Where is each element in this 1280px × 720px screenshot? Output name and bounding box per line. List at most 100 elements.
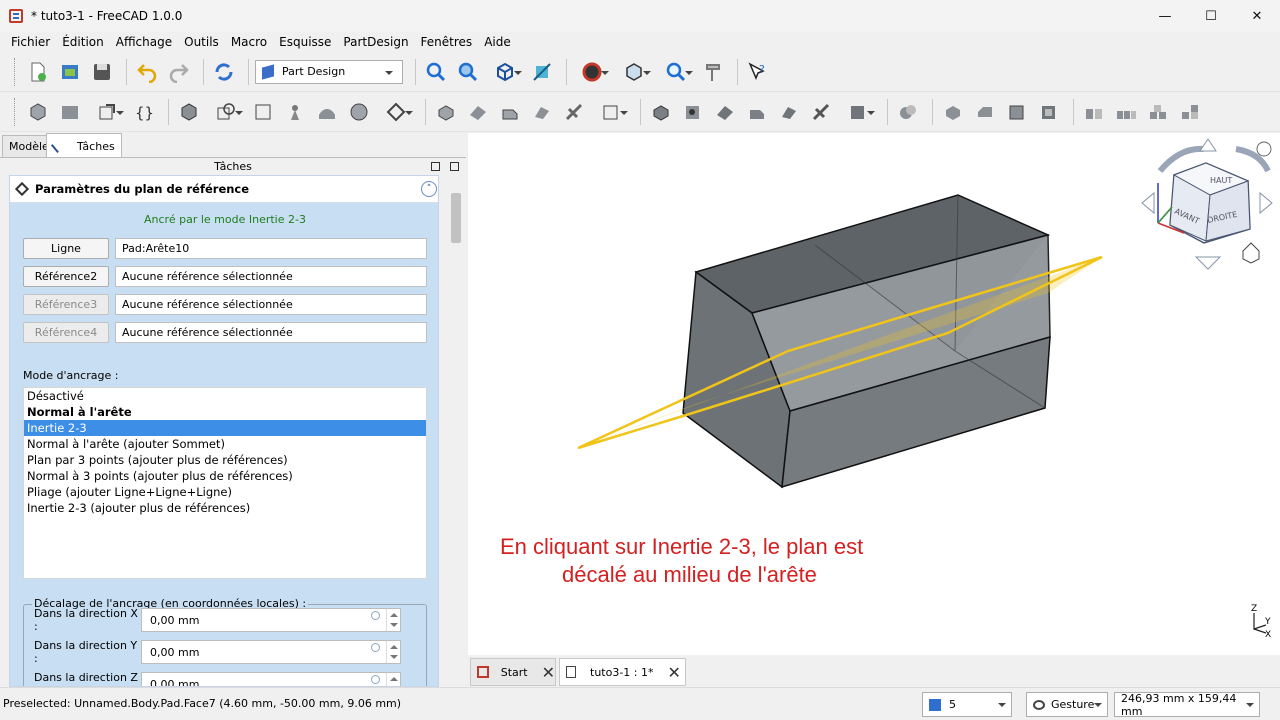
- reference-field-4[interactable]: Aucune référence sélectionnée: [115, 322, 427, 343]
- float-panel-icon[interactable]: [431, 162, 440, 171]
- reference-button-3[interactable]: Référence3: [23, 294, 109, 315]
- expression-icon[interactable]: [371, 611, 380, 620]
- local-cs-icon[interactable]: [377, 98, 415, 126]
- standard-views-icon[interactable]: [486, 58, 524, 86]
- collapse-panel-icon[interactable]: ˄: [421, 181, 437, 197]
- mode-item[interactable]: Inertie 2-3 (ajouter plus de références): [24, 500, 426, 516]
- validate-sketch-icon[interactable]: [249, 98, 277, 126]
- chamfer-icon[interactable]: [971, 98, 999, 126]
- thickness-icon[interactable]: [1035, 98, 1063, 126]
- mode-item[interactable]: Désactivé: [24, 388, 426, 404]
- draft-icon[interactable]: [1003, 98, 1031, 126]
- subtractive-pipe-icon[interactable]: [775, 98, 803, 126]
- groove-icon[interactable]: [711, 98, 739, 126]
- menu-aide[interactable]: Aide: [478, 32, 517, 53]
- redo-icon[interactable]: [165, 58, 193, 86]
- new-sketch-icon[interactable]: [175, 98, 203, 126]
- navcube-top-label[interactable]: HAUT: [1210, 176, 1232, 185]
- undo-icon[interactable]: [133, 58, 161, 86]
- menu-macro[interactable]: Macro: [225, 32, 273, 53]
- clone-icon[interactable]: {}: [130, 98, 158, 126]
- panel-scrollbar[interactable]: [449, 175, 463, 687]
- mode-item[interactable]: Pliage (ajouter Ligne+Ligne+Ligne): [24, 484, 426, 500]
- tab-document[interactable]: tuto3-1 : 1* ✕: [559, 658, 686, 686]
- reference-button-1[interactable]: Ligne: [23, 238, 109, 259]
- expression-icon[interactable]: [371, 643, 380, 652]
- layer-select[interactable]: 5: [922, 692, 1012, 717]
- workbench-select[interactable]: Part Design: [255, 59, 403, 84]
- menu-fenetres[interactable]: Fenêtres: [415, 32, 479, 53]
- datum-plane-icon[interactable]: [345, 98, 373, 126]
- new-document-icon[interactable]: [24, 58, 52, 86]
- mirrored-icon[interactable]: [1080, 98, 1108, 126]
- arrow-down-icon[interactable]: [1194, 256, 1222, 270]
- fit-selection-icon[interactable]: [454, 58, 482, 86]
- reference-field-1[interactable]: Pad:Arête10: [115, 238, 427, 259]
- tab-tasks[interactable]: Tâches: [46, 133, 122, 158]
- menu-fichier[interactable]: Fichier: [5, 32, 56, 53]
- save-icon[interactable]: [88, 58, 116, 86]
- fit-all-icon[interactable]: [422, 58, 450, 86]
- additive-primitive-icon[interactable]: [592, 98, 630, 126]
- measure-tool-icon[interactable]: [699, 58, 727, 86]
- revolution-icon[interactable]: [464, 98, 492, 126]
- toolbar-grip[interactable]: [14, 97, 18, 126]
- expression-icon[interactable]: [371, 675, 380, 684]
- pocket-icon[interactable]: [647, 98, 675, 126]
- mode-item[interactable]: Normal à 3 points (ajouter plus de référ…: [24, 468, 426, 484]
- mode-item[interactable]: Normal à l'arête: [24, 404, 426, 420]
- subtractive-primitive-icon[interactable]: [839, 98, 877, 126]
- subtractive-loft-icon[interactable]: [743, 98, 771, 126]
- menu-outils[interactable]: Outils: [178, 32, 225, 53]
- menu-esquisse[interactable]: Esquisse: [273, 32, 337, 53]
- helix-icon[interactable]: [560, 98, 588, 126]
- close-panel-icon[interactable]: [450, 162, 459, 171]
- offset-z-field[interactable]: 0,00 mm: [141, 672, 401, 686]
- fillet-icon[interactable]: [939, 98, 967, 126]
- offset-y-spinner[interactable]: [386, 641, 400, 663]
- bounding-box-icon[interactable]: [615, 58, 653, 86]
- navigation-cube[interactable]: HAUT AVANT DROITE: [1141, 138, 1273, 270]
- datum-line-icon[interactable]: [313, 98, 341, 126]
- attachment-mode-list[interactable]: Désactivé Normal à l'arête Inertie 2-3 N…: [23, 387, 427, 579]
- minimize-icon[interactable]: —: [1142, 0, 1188, 32]
- mode-item-selected[interactable]: Inertie 2-3: [24, 420, 426, 436]
- hole-icon[interactable]: [679, 98, 707, 126]
- toolbar-grip[interactable]: [14, 57, 18, 86]
- navigation-style-select[interactable]: Gesture: [1026, 692, 1108, 717]
- whats-this-icon[interactable]: ?: [744, 58, 772, 86]
- measure-icon[interactable]: [528, 58, 556, 86]
- reference-button-2[interactable]: Référence2: [23, 266, 109, 287]
- polar-pattern-icon[interactable]: [1144, 98, 1172, 126]
- mode-item[interactable]: Normal à l'arête (ajouter Sommet): [24, 436, 426, 452]
- multi-transform-icon[interactable]: [1176, 98, 1204, 126]
- offset-x-field[interactable]: 0,00 mm: [141, 608, 401, 632]
- loft-icon[interactable]: [496, 98, 524, 126]
- maximize-icon[interactable]: ☐: [1188, 0, 1234, 32]
- arrow-left-icon[interactable]: [1141, 191, 1155, 215]
- arrow-right-icon[interactable]: [1259, 191, 1273, 215]
- offset-z-spinner[interactable]: [386, 673, 400, 686]
- arrow-up-icon[interactable]: [1199, 138, 1217, 152]
- zoom-icon[interactable]: [657, 58, 695, 86]
- linear-pattern-icon[interactable]: [1112, 98, 1140, 126]
- pipe-icon[interactable]: [528, 98, 556, 126]
- menu-affichage[interactable]: Affichage: [110, 32, 178, 53]
- offset-x-spinner[interactable]: [386, 609, 400, 631]
- draw-style-icon[interactable]: [573, 58, 611, 86]
- dimension-display[interactable]: 246,93 mm x 159,44 mm: [1114, 692, 1260, 718]
- view-menu-cube-icon[interactable]: [1242, 242, 1260, 264]
- offset-y-field[interactable]: 0,00 mm: [141, 640, 401, 664]
- close-icon[interactable]: ✕: [1234, 0, 1280, 32]
- reference-field-3[interactable]: Aucune référence sélectionnée: [115, 294, 427, 315]
- reference-button-4[interactable]: Référence4: [23, 322, 109, 343]
- boolean-icon[interactable]: [894, 98, 922, 126]
- menu-partdesign[interactable]: PartDesign: [337, 32, 414, 53]
- close-tab-icon[interactable]: ✕: [542, 663, 555, 682]
- tab-start[interactable]: Start ✕: [470, 658, 556, 686]
- menu-edition[interactable]: Édition: [56, 32, 110, 53]
- close-tab-icon[interactable]: ✕: [668, 663, 681, 682]
- pad-icon[interactable]: [432, 98, 460, 126]
- refresh-icon[interactable]: [210, 58, 238, 86]
- reference-field-2[interactable]: Aucune référence sélectionnée: [115, 266, 427, 287]
